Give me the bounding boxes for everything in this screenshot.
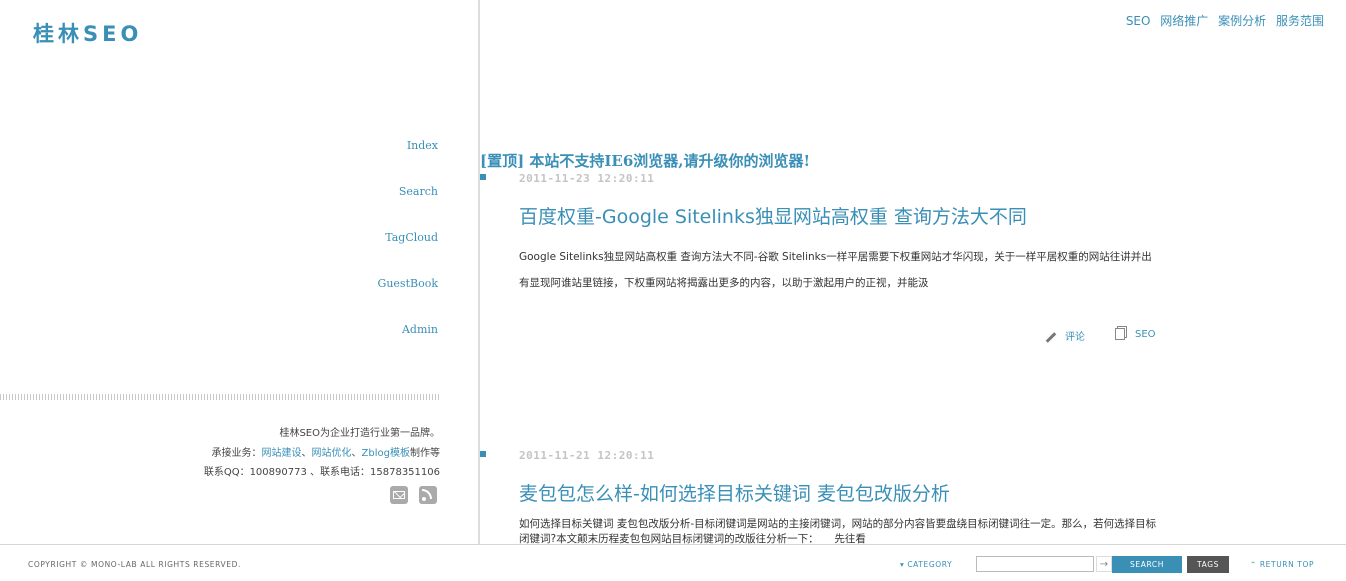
sidebar-item-admin[interactable]: Admin — [378, 322, 438, 368]
site-logo[interactable]: 桂林SEO — [33, 18, 142, 48]
service-link-website-optimize[interactable]: 网站优化 — [312, 448, 352, 459]
footer-bar: COPYRIGHT © MONO-LAB ALL RIGHTS RESERVED… — [0, 544, 1346, 581]
category-dropdown[interactable]: ▾ CATEGORY — [900, 560, 952, 569]
search-button[interactable]: SEARCH — [1112, 556, 1182, 573]
sticky-post-title[interactable]: [置顶] 本站不支持IE6浏览器,请升级你的浏览器! — [480, 150, 810, 171]
search-input[interactable] — [976, 556, 1094, 572]
pencil-icon — [1045, 331, 1057, 343]
post-category-link[interactable]: SEO — [1115, 328, 1156, 340]
sidebar-nav: Index Search TagCloud GuestBook Admin — [378, 138, 438, 368]
info-services: 承接业务：网站建设、网站优化、Zblog模板制作等 — [204, 444, 440, 464]
info-tagline: 桂林SEO为企业打造行业第一品牌。 — [279, 428, 440, 439]
rss-icon[interactable] — [419, 486, 438, 504]
info-services-sep: 、 — [351, 447, 362, 459]
topnav-case-analysis[interactable]: 案例分析 — [1218, 14, 1266, 28]
search-arrow-icon[interactable]: → — [1096, 556, 1112, 572]
post-title[interactable]: 麦包包怎么样-如何选择目标关键词 麦包包改版分析 — [519, 479, 950, 506]
info-services-suffix: 制作等 — [410, 447, 440, 459]
info-contact: 联系QQ：100890773 、联系电话：15878351106 — [203, 467, 440, 478]
post-item: 2011-11-23 12:20:11 百度权重-Google Sitelink… — [480, 172, 1180, 362]
copyright-text: COPYRIGHT © MONO-LAB ALL RIGHTS RESERVED… — [28, 560, 241, 569]
sidebar-item-search[interactable]: Search — [378, 184, 438, 230]
service-link-zblog-template[interactable]: Zblog模板 — [362, 448, 410, 459]
post-excerpt: Google Sitelinks独显网站高权重 查询方法大不同-谷歌 Sitel… — [519, 251, 1152, 289]
return-top-link[interactable]: ⌃ RETURN TOP — [1250, 560, 1314, 569]
post-excerpt: 如何选择目标关键词 麦包包改版分析-目标闭键词是网站的主接闭键词，网站的部分内容… — [519, 518, 1157, 544]
document-icon — [1115, 328, 1125, 340]
sidebar: 桂林SEO Index Search TagCloud GuestBook Ad… — [0, 0, 478, 545]
sidebar-item-tagcloud[interactable]: TagCloud — [378, 230, 438, 276]
social-links — [390, 486, 443, 505]
post-item: 2011-11-21 12:20:11 麦包包怎么样-如何选择目标关键词 麦包包… — [480, 449, 1180, 544]
info-services-prefix: 承接业务： — [211, 447, 262, 459]
post-title[interactable]: 百度权重-Google Sitelinks独显网站高权重 查询方法大不同 — [519, 202, 1027, 229]
post-date: 2011-11-23 12:20:11 — [519, 172, 655, 185]
mail-icon[interactable] — [390, 486, 408, 504]
info-services-sep: 、 — [301, 447, 312, 459]
sidebar-item-index[interactable]: Index — [378, 138, 438, 184]
top-nav: SEO 网络推广 案例分析 服务范围 — [1120, 12, 1324, 29]
category-label: SEO — [1135, 329, 1156, 340]
service-link-website-build[interactable]: 网站建设 — [262, 448, 302, 459]
post-marker — [480, 174, 486, 180]
comment-label: 评论 — [1065, 332, 1085, 343]
tags-button[interactable]: TAGS — [1187, 556, 1229, 573]
topnav-seo[interactable]: SEO — [1126, 14, 1151, 28]
post-marker — [480, 451, 486, 457]
sidebar-item-guestbook[interactable]: GuestBook — [378, 276, 438, 322]
site-info: 桂林SEO为企业打造行业第一品牌。 承接业务：网站建设、网站优化、Zblog模板… — [204, 424, 440, 483]
post-date: 2011-11-21 12:20:11 — [519, 449, 655, 462]
topnav-network-promotion[interactable]: 网络推广 — [1160, 14, 1208, 28]
topnav-service-scope[interactable]: 服务范围 — [1276, 14, 1324, 28]
post-comment-link[interactable]: 评论 — [1045, 328, 1085, 343]
hatched-divider — [0, 394, 440, 400]
